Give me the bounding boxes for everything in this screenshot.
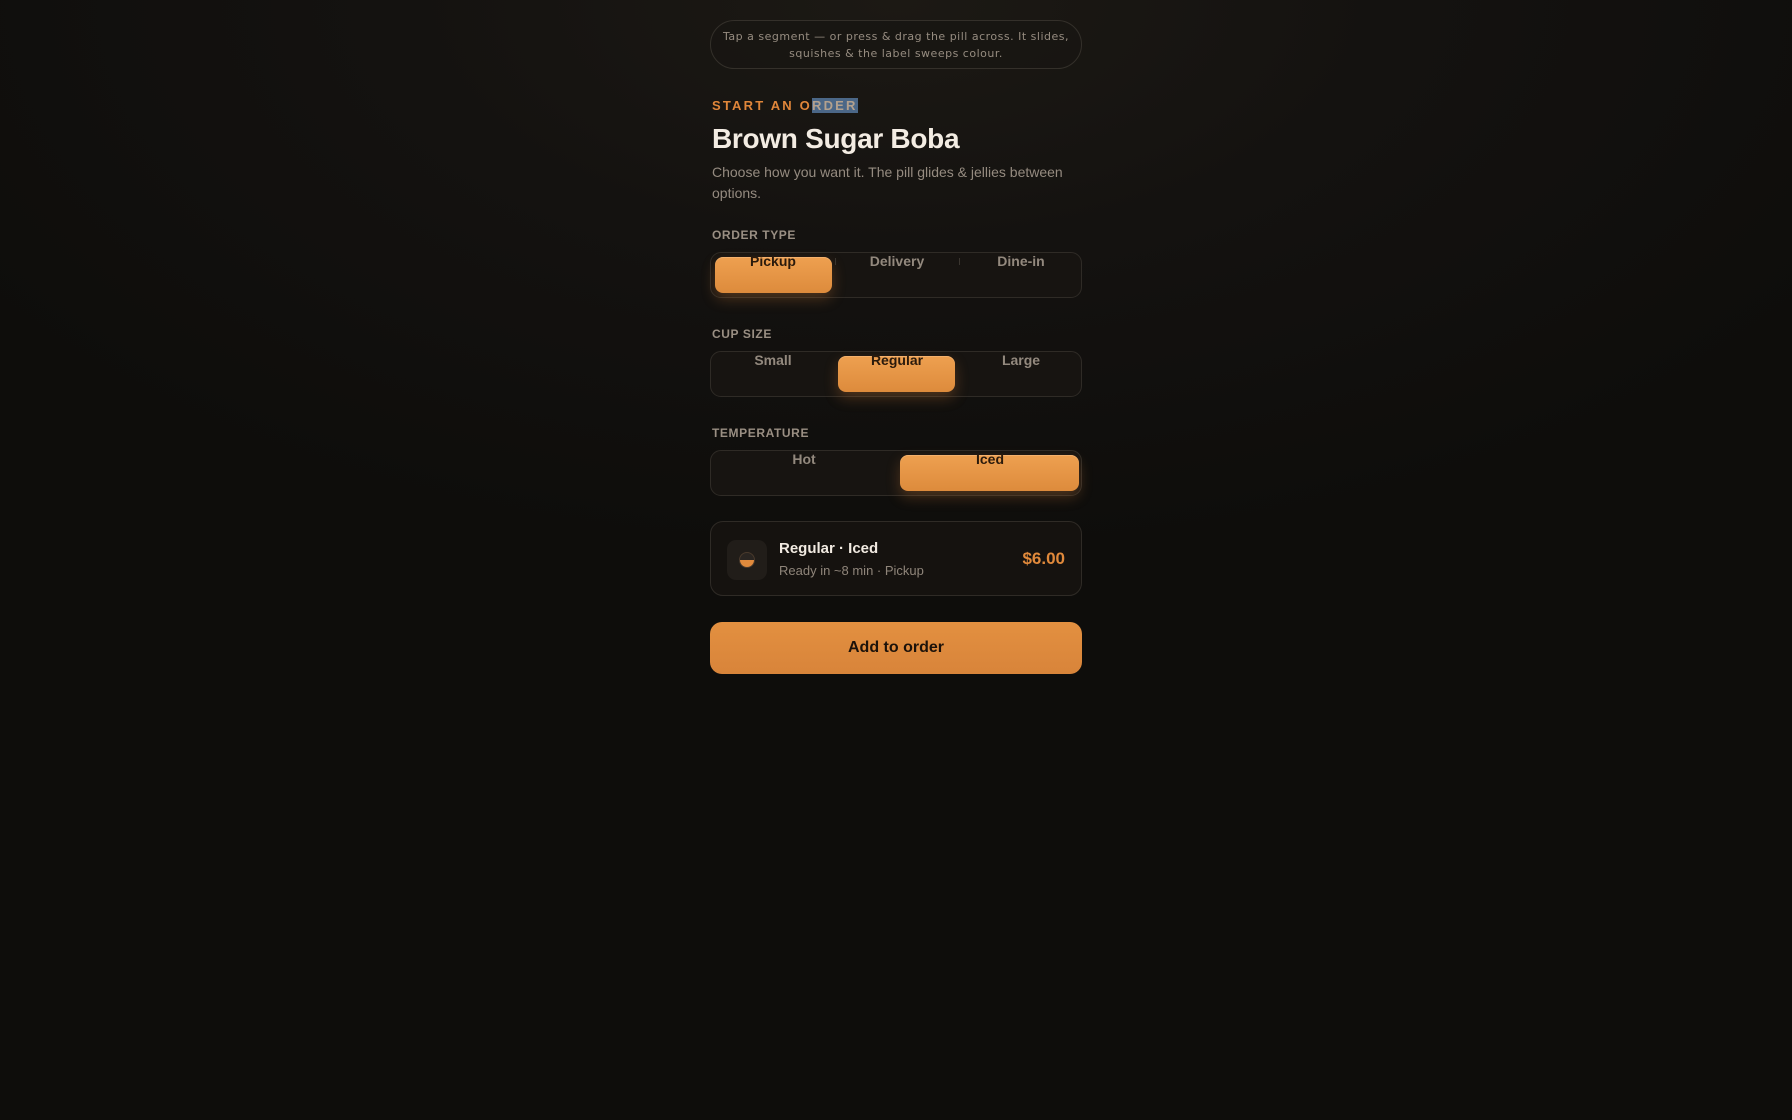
order-summary-card: Regular · Iced Ready in ~8 min · Pickup … xyxy=(710,521,1082,596)
eyebrow-selected-text: RDER xyxy=(812,98,858,113)
temperature-control[interactable]: Hot Iced xyxy=(710,450,1082,496)
cup-fill-icon xyxy=(739,552,755,568)
order-type-control[interactable]: Pickup Delivery Dine-in xyxy=(710,252,1082,298)
cup-icon xyxy=(727,540,767,580)
order-type-option-pickup[interactable]: Pickup xyxy=(711,253,835,269)
summary-subtitle: Ready in ~8 min · Pickup xyxy=(779,563,924,578)
eyebrow-text: START AN O xyxy=(712,98,812,113)
cup-size-label: CUP SIZE xyxy=(712,327,772,341)
cup-size-option-regular[interactable]: Regular xyxy=(835,352,959,368)
summary-price: $6.00 xyxy=(1022,549,1065,568)
temperature-option-hot[interactable]: Hot xyxy=(711,451,897,467)
cup-size-control[interactable]: Small Regular Large xyxy=(710,351,1082,397)
eyebrow: START AN ORDER xyxy=(712,98,1082,113)
usage-hint: Tap a segment — or press & drag the pill… xyxy=(710,20,1082,69)
order-type-option-delivery[interactable]: Delivery xyxy=(835,253,959,269)
temperature-option-iced[interactable]: Iced xyxy=(897,451,1083,467)
add-to-order-button[interactable]: Add to order xyxy=(710,622,1082,674)
usage-hint-line-2: squishes & the label sweeps colour. xyxy=(789,47,1003,60)
order-type-option-dine-in[interactable]: Dine-in xyxy=(959,253,1083,269)
page-title: Brown Sugar Boba xyxy=(712,123,960,154)
usage-hint-line-1: Tap a segment — or press & drag the pill… xyxy=(723,30,1069,43)
temperature-label: TEMPERATURE xyxy=(712,426,810,440)
summary-title: Regular · Iced xyxy=(779,540,879,557)
cup-size-option-large[interactable]: Large xyxy=(959,352,1083,368)
order-panel: Tap a segment — or press & drag the pill… xyxy=(710,20,1082,674)
page-description: Choose how you want it. The pill glides … xyxy=(712,164,1063,201)
order-type-label: ORDER TYPE xyxy=(712,228,797,242)
cup-size-option-small[interactable]: Small xyxy=(711,352,835,368)
